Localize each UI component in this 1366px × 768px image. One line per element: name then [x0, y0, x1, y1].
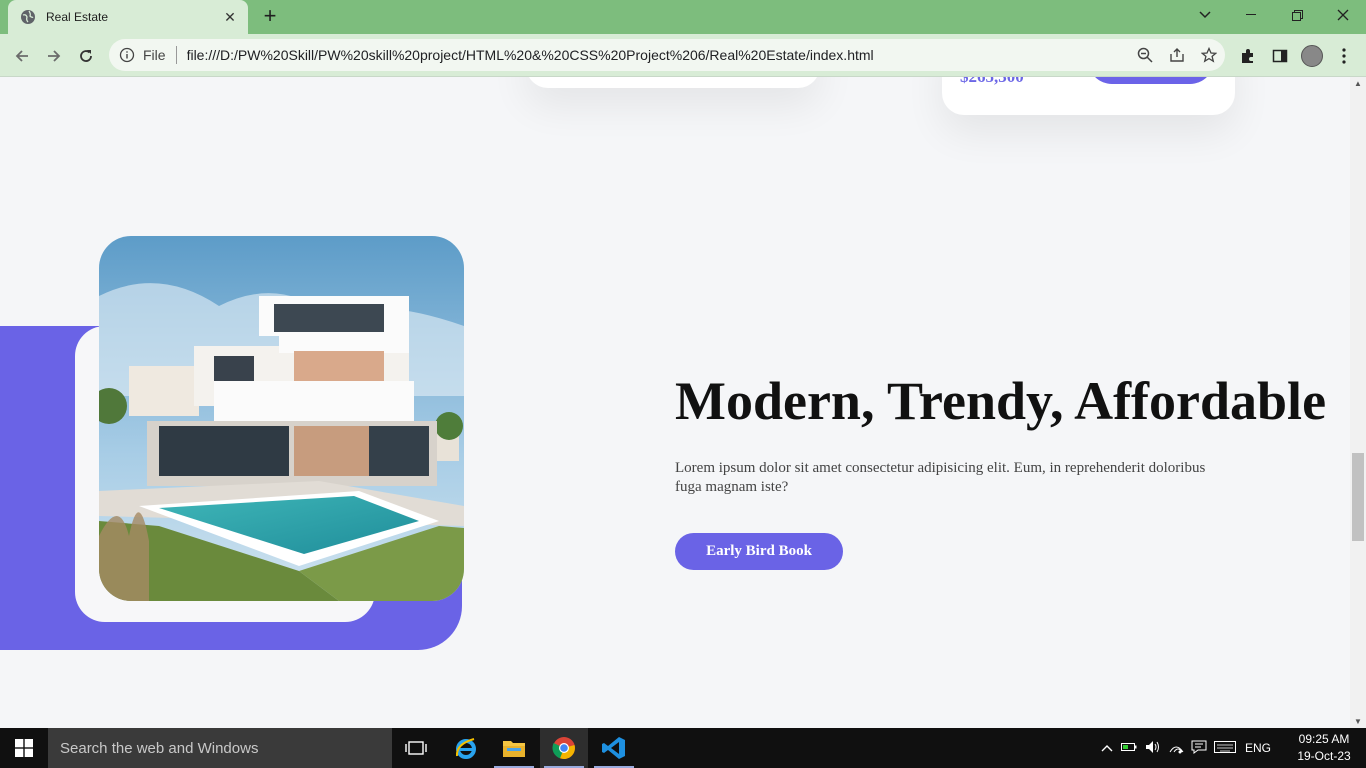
hero-description: Lorem ipsum dolor sit amet consectetur a… [675, 460, 1206, 495]
avatar [1301, 45, 1323, 67]
side-panel-icon[interactable] [1266, 42, 1294, 70]
extensions-puzzle-icon[interactable] [1234, 42, 1262, 70]
address-bar[interactable]: File file:///D:/PW%20Skill/PW%20skill%20… [109, 39, 1225, 71]
tab-title: Real Estate [46, 10, 109, 24]
restore-button[interactable] [1274, 0, 1320, 30]
start-button[interactable] [0, 728, 48, 768]
bookmark-star-icon[interactable] [1193, 41, 1225, 69]
clock-date: 19-Oct-23 [1297, 749, 1351, 763]
language-indicator[interactable]: ENG [1240, 741, 1276, 755]
internet-explorer-icon [455, 738, 476, 759]
menu-kebab-icon[interactable] [1330, 42, 1358, 70]
system-tray: ENG [1098, 728, 1276, 768]
chrome-icon [552, 737, 575, 760]
forward-button[interactable] [40, 42, 68, 70]
task-view-icon [405, 741, 427, 755]
property-card-button[interactable] [1088, 77, 1214, 84]
share-icon[interactable] [1161, 41, 1193, 69]
task-view-button[interactable] [392, 728, 440, 768]
close-window-button[interactable] [1320, 0, 1366, 30]
address-scheme: File [143, 47, 166, 63]
house-photo [99, 236, 464, 601]
clock-time: 09:25 AM [1298, 732, 1350, 746]
taskbar-chrome[interactable] [540, 728, 588, 768]
taskbar-internet-explorer[interactable] [442, 728, 490, 768]
reload-button[interactable] [72, 42, 100, 70]
windows-taskbar: Search the web and Windows ENG 09:25 AM … [0, 728, 1366, 768]
notifications-icon[interactable] [1188, 740, 1210, 757]
browser-tab-strip: Real Estate ✕ + [0, 0, 1366, 34]
battery-icon[interactable] [1116, 741, 1142, 755]
folder-icon [503, 741, 525, 757]
globe-icon [21, 10, 35, 24]
taskbar-search-input[interactable]: Search the web and Windows [48, 728, 392, 768]
windows-logo-icon [15, 739, 33, 757]
taskbar-file-explorer[interactable] [490, 728, 538, 768]
zoom-icon[interactable] [1129, 41, 1161, 69]
profile-avatar[interactable] [1298, 42, 1326, 70]
hero-title: Modern, Trendy, Affordable [675, 371, 1327, 431]
early-bird-book-button[interactable]: Early Bird Book [675, 533, 843, 570]
chevron-up-icon[interactable] [1098, 741, 1116, 755]
vscode-icon [602, 737, 625, 759]
property-card-partial: $265,300 [942, 77, 1235, 115]
back-button[interactable] [8, 42, 36, 70]
minimize-button[interactable] [1228, 0, 1274, 30]
taskbar-clock[interactable]: 09:25 AM 19-Oct-23 [1286, 731, 1362, 765]
close-tab-icon[interactable]: ✕ [222, 9, 238, 26]
taskbar-vscode[interactable] [590, 728, 638, 768]
info-icon[interactable] [119, 47, 135, 63]
tab-search-icon[interactable] [1182, 0, 1228, 30]
keyboard-icon[interactable] [1210, 740, 1240, 756]
volume-icon[interactable] [1142, 740, 1164, 757]
browser-toolbar: File file:///D:/PW%20Skill/PW%20skill%20… [0, 34, 1366, 77]
scrollbar-thumb[interactable] [1352, 453, 1364, 541]
page-scrollbar[interactable]: ▲ ▼ [1350, 77, 1366, 728]
browser-tab[interactable]: Real Estate ✕ [8, 0, 248, 34]
address-url[interactable]: file:///D:/PW%20Skill/PW%20skill%20proje… [187, 47, 1129, 63]
wifi-icon[interactable] [1164, 740, 1188, 757]
scroll-down-icon[interactable]: ▼ [1354, 717, 1362, 726]
scroll-up-icon[interactable]: ▲ [1354, 79, 1362, 88]
new-tab-button[interactable]: + [258, 5, 282, 29]
address-separator [175, 46, 177, 64]
page-viewport: $265,300 [0, 77, 1350, 728]
property-price: $265,300 [960, 77, 1024, 87]
property-card-partial [526, 77, 820, 88]
